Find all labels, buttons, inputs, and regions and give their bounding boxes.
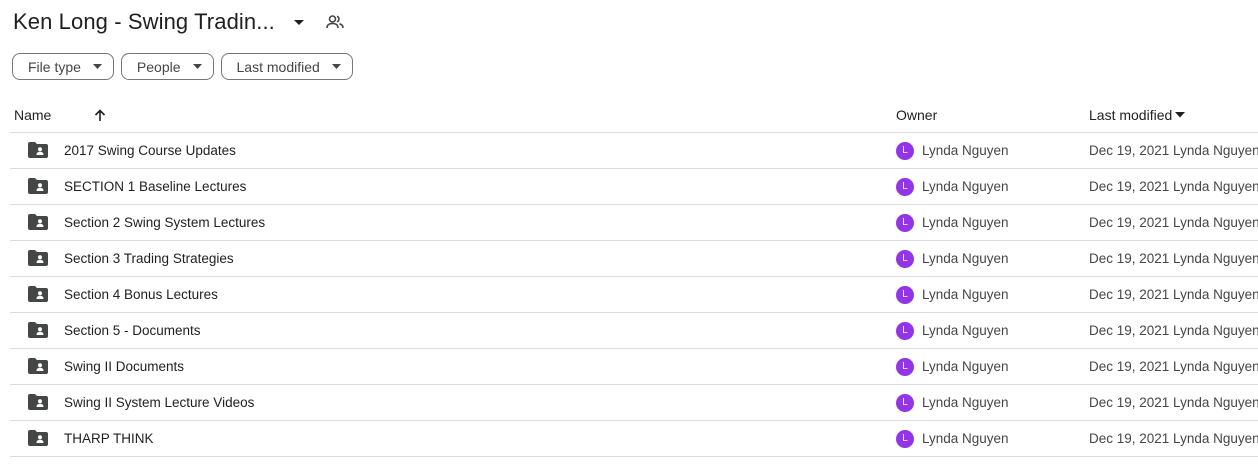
owner-cell: L Lynda Nguyen	[896, 169, 1009, 204]
shared-folder-icon	[28, 214, 48, 233]
chip-label: Last modified	[236, 58, 320, 75]
file-list: 2017 Swing Course Updates L Lynda Nguyen…	[10, 133, 1258, 457]
shared-folder-icon	[28, 286, 48, 305]
last-modified-cell: Dec 19, 2021 Lynda Nguyen	[1089, 251, 1258, 266]
owner-name: Lynda Nguyen	[922, 395, 1009, 410]
owner-cell: L Lynda Nguyen	[896, 277, 1009, 312]
owner-name: Lynda Nguyen	[922, 359, 1009, 374]
owner-name: Lynda Nguyen	[922, 179, 1009, 194]
owner-name: Lynda Nguyen	[922, 143, 1009, 158]
owner-name: Lynda Nguyen	[922, 287, 1009, 302]
arrow-drop-down-icon	[1175, 112, 1186, 118]
last-modified-cell: Dec 19, 2021 Lynda Nguyen	[1089, 143, 1258, 158]
table-row[interactable]: THARP THINK L Lynda Nguyen Dec 19, 2021 …	[10, 421, 1258, 457]
people-filter-button[interactable]: People	[120, 53, 214, 80]
owner-cell: L Lynda Nguyen	[896, 349, 1009, 384]
last-modified-cell: Dec 19, 2021 Lynda Nguyen	[1089, 179, 1258, 194]
table-row[interactable]: SECTION 1 Baseline Lectures L Lynda Nguy…	[10, 169, 1258, 205]
shared-folder-icon	[28, 142, 48, 161]
shared-folder-icon	[28, 358, 48, 377]
table-row[interactable]: Section 2 Swing System Lectures L Lynda …	[10, 205, 1258, 241]
file-name[interactable]: Swing II Documents	[64, 349, 184, 384]
table-row[interactable]: Section 4 Bonus Lectures L Lynda Nguyen …	[10, 277, 1258, 313]
owner-cell: L Lynda Nguyen	[896, 385, 1009, 420]
column-header-label: Last modified	[1089, 107, 1173, 123]
table-row[interactable]: Section 5 - Documents L Lynda Nguyen Dec…	[10, 313, 1258, 349]
file-name[interactable]: Section 3 Trading Strategies	[64, 241, 234, 276]
page-header: Ken Long - Swing Tradin...	[13, 6, 347, 38]
column-header-label: Owner	[896, 107, 938, 123]
avatar[interactable]: L	[896, 177, 914, 196]
owner-name: Lynda Nguyen	[922, 215, 1009, 230]
column-header-last-modified[interactable]: Last modified	[1089, 104, 1186, 126]
file-name[interactable]: Swing II System Lecture Videos	[64, 385, 254, 420]
chip-label: File type	[28, 58, 81, 75]
last-modified-cell: Dec 19, 2021 Lynda Nguyen	[1089, 359, 1258, 374]
shared-folder-icon	[28, 250, 48, 269]
owner-name: Lynda Nguyen	[922, 431, 1009, 446]
table-row[interactable]: 2017 Swing Course Updates L Lynda Nguyen…	[10, 133, 1258, 169]
owner-name: Lynda Nguyen	[922, 251, 1009, 266]
table-row[interactable]: Swing II System Lecture Videos L Lynda N…	[10, 385, 1258, 421]
file-name[interactable]: Section 4 Bonus Lectures	[64, 277, 218, 312]
arrow-drop-down-icon	[92, 64, 102, 69]
owner-name: Lynda Nguyen	[922, 323, 1009, 338]
arrow-drop-down-icon	[192, 64, 202, 69]
owner-cell: L Lynda Nguyen	[896, 421, 1009, 456]
column-header-owner[interactable]: Owner	[896, 104, 937, 126]
owner-cell: L Lynda Nguyen	[896, 205, 1009, 240]
avatar[interactable]: L	[896, 213, 914, 232]
shared-people-icon[interactable]	[323, 10, 347, 34]
filter-bar: File type People Last modified	[12, 53, 353, 80]
file-type-filter-button[interactable]: File type	[12, 53, 114, 80]
last-modified-filter-button[interactable]: Last modified	[220, 53, 353, 80]
owner-cell: L Lynda Nguyen	[896, 313, 1009, 348]
page-title[interactable]: Ken Long - Swing Tradin...	[13, 9, 275, 35]
avatar[interactable]: L	[896, 141, 914, 160]
file-name[interactable]: SECTION 1 Baseline Lectures	[64, 169, 246, 204]
file-name[interactable]: Section 2 Swing System Lectures	[64, 205, 265, 240]
owner-cell: L Lynda Nguyen	[896, 133, 1009, 168]
file-name[interactable]: 2017 Swing Course Updates	[64, 133, 236, 168]
file-name[interactable]: THARP THINK	[64, 421, 154, 456]
last-modified-cell: Dec 19, 2021 Lynda Nguyen	[1089, 323, 1258, 338]
shared-folder-icon	[28, 430, 48, 449]
avatar[interactable]: L	[896, 357, 914, 376]
chip-label: People	[136, 58, 181, 75]
last-modified-cell: Dec 19, 2021 Lynda Nguyen	[1089, 431, 1258, 446]
column-header-label: Name	[14, 107, 52, 123]
shared-folder-icon	[28, 394, 48, 413]
avatar[interactable]: L	[896, 321, 914, 340]
arrow-drop-down-icon	[331, 64, 341, 69]
shared-folder-icon	[28, 322, 48, 341]
avatar[interactable]: L	[896, 393, 914, 412]
arrow-upward-icon[interactable]	[94, 108, 106, 122]
last-modified-cell: Dec 19, 2021 Lynda Nguyen	[1089, 215, 1258, 230]
avatar[interactable]: L	[896, 285, 914, 304]
last-modified-cell: Dec 19, 2021 Lynda Nguyen	[1089, 287, 1258, 302]
avatar[interactable]: L	[896, 429, 914, 448]
owner-cell: L Lynda Nguyen	[896, 241, 1009, 276]
shared-folder-icon	[28, 178, 48, 197]
last-modified-cell: Dec 19, 2021 Lynda Nguyen	[1089, 395, 1258, 410]
file-name[interactable]: Section 5 - Documents	[64, 313, 201, 348]
avatar[interactable]: L	[896, 249, 914, 268]
column-header-name[interactable]: Name	[14, 104, 106, 126]
arrow-drop-down-icon[interactable]	[287, 10, 311, 34]
table-row[interactable]: Swing II Documents L Lynda Nguyen Dec 19…	[10, 349, 1258, 385]
table-row[interactable]: Section 3 Trading Strategies L Lynda Ngu…	[10, 241, 1258, 277]
